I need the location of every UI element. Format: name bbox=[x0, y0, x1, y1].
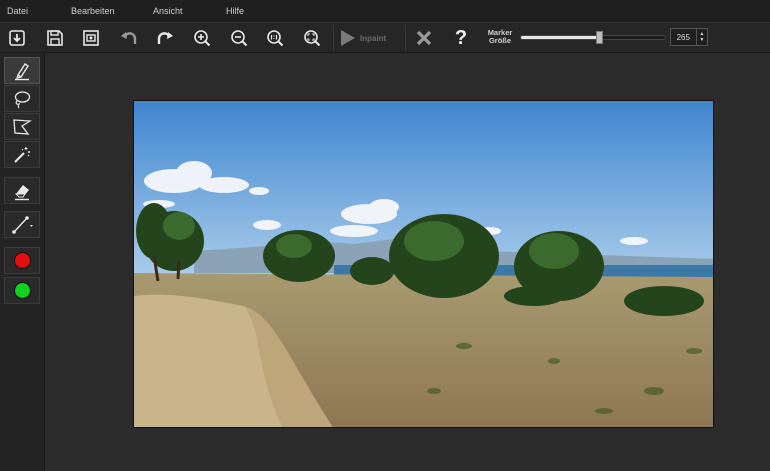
zoom-actual-size-icon bbox=[267, 30, 284, 47]
zoom-in-icon bbox=[194, 30, 211, 47]
zoom-fit-button[interactable] bbox=[299, 25, 325, 51]
toolbar: Inpaint ? Marker Größe 265 ▲ ▼ bbox=[0, 22, 770, 53]
inpaint-label: Inpaint bbox=[360, 33, 387, 43]
magic-wand-tool-button[interactable] bbox=[4, 141, 40, 168]
close-icon bbox=[416, 30, 432, 46]
line-tool-icon bbox=[12, 215, 33, 234]
green-marker-color-button[interactable] bbox=[4, 277, 40, 304]
menu-datei[interactable]: Datei bbox=[7, 6, 28, 16]
spinbox-arrows[interactable]: ▲ ▼ bbox=[695, 29, 707, 45]
toolbar-separator bbox=[333, 25, 334, 51]
red-color-swatch bbox=[13, 252, 31, 269]
open-button[interactable] bbox=[4, 25, 30, 51]
tool-panel bbox=[0, 53, 45, 471]
zoom-out-icon bbox=[231, 30, 248, 47]
toolbar-separator bbox=[405, 25, 406, 51]
polygon-lasso-tool-button[interactable] bbox=[4, 113, 40, 140]
slider-handle[interactable] bbox=[596, 31, 603, 44]
save-icon bbox=[47, 30, 63, 46]
green-color-swatch bbox=[13, 282, 31, 299]
menu-hilfe[interactable]: Hilfe bbox=[226, 6, 244, 16]
marker-size-spinbox[interactable]: 265 ▲ ▼ bbox=[670, 28, 708, 46]
red-marker-color-button[interactable] bbox=[4, 247, 40, 274]
cancel-button[interactable] bbox=[411, 25, 437, 51]
menu-bar: Datei Bearbeiten Ansicht Hilfe bbox=[0, 0, 770, 22]
save-button[interactable] bbox=[42, 25, 68, 51]
spin-down-icon[interactable]: ▼ bbox=[699, 37, 704, 43]
landscape-photo[interactable] bbox=[134, 101, 714, 428]
magic-wand-icon bbox=[14, 146, 30, 163]
export-icon bbox=[83, 30, 99, 46]
lasso-tool-button[interactable] bbox=[4, 85, 40, 112]
redo-icon bbox=[157, 32, 173, 44]
help-button[interactable]: ? bbox=[448, 25, 474, 51]
lasso-icon bbox=[14, 90, 31, 108]
inpaint-button[interactable]: Inpaint bbox=[338, 25, 404, 51]
zoom-actual-size-button[interactable] bbox=[262, 25, 288, 51]
eraser-icon bbox=[14, 184, 29, 200]
eraser-tool-button[interactable] bbox=[4, 177, 40, 204]
play-icon bbox=[341, 30, 355, 46]
zoom-out-button[interactable] bbox=[226, 25, 252, 51]
marker-pen-icon bbox=[15, 62, 29, 80]
line-tool-button[interactable] bbox=[4, 211, 40, 238]
marker-size-value[interactable]: 265 bbox=[671, 33, 696, 42]
marker-size-slider[interactable] bbox=[520, 31, 666, 44]
undo-icon bbox=[121, 32, 137, 44]
zoom-fit-icon bbox=[304, 30, 321, 47]
polygon-lasso-icon bbox=[13, 118, 32, 135]
image-canvas[interactable] bbox=[133, 100, 714, 428]
redo-button[interactable] bbox=[152, 25, 178, 51]
open-icon bbox=[9, 30, 25, 46]
undo-button[interactable] bbox=[116, 25, 142, 51]
zoom-in-button[interactable] bbox=[189, 25, 215, 51]
marker-tool-button[interactable] bbox=[4, 57, 40, 84]
export-button[interactable] bbox=[78, 25, 104, 51]
menu-bearbeiten[interactable]: Bearbeiten bbox=[71, 6, 115, 16]
marker-size-label: Marker Größe bbox=[487, 28, 513, 45]
menu-ansicht[interactable]: Ansicht bbox=[153, 6, 183, 16]
